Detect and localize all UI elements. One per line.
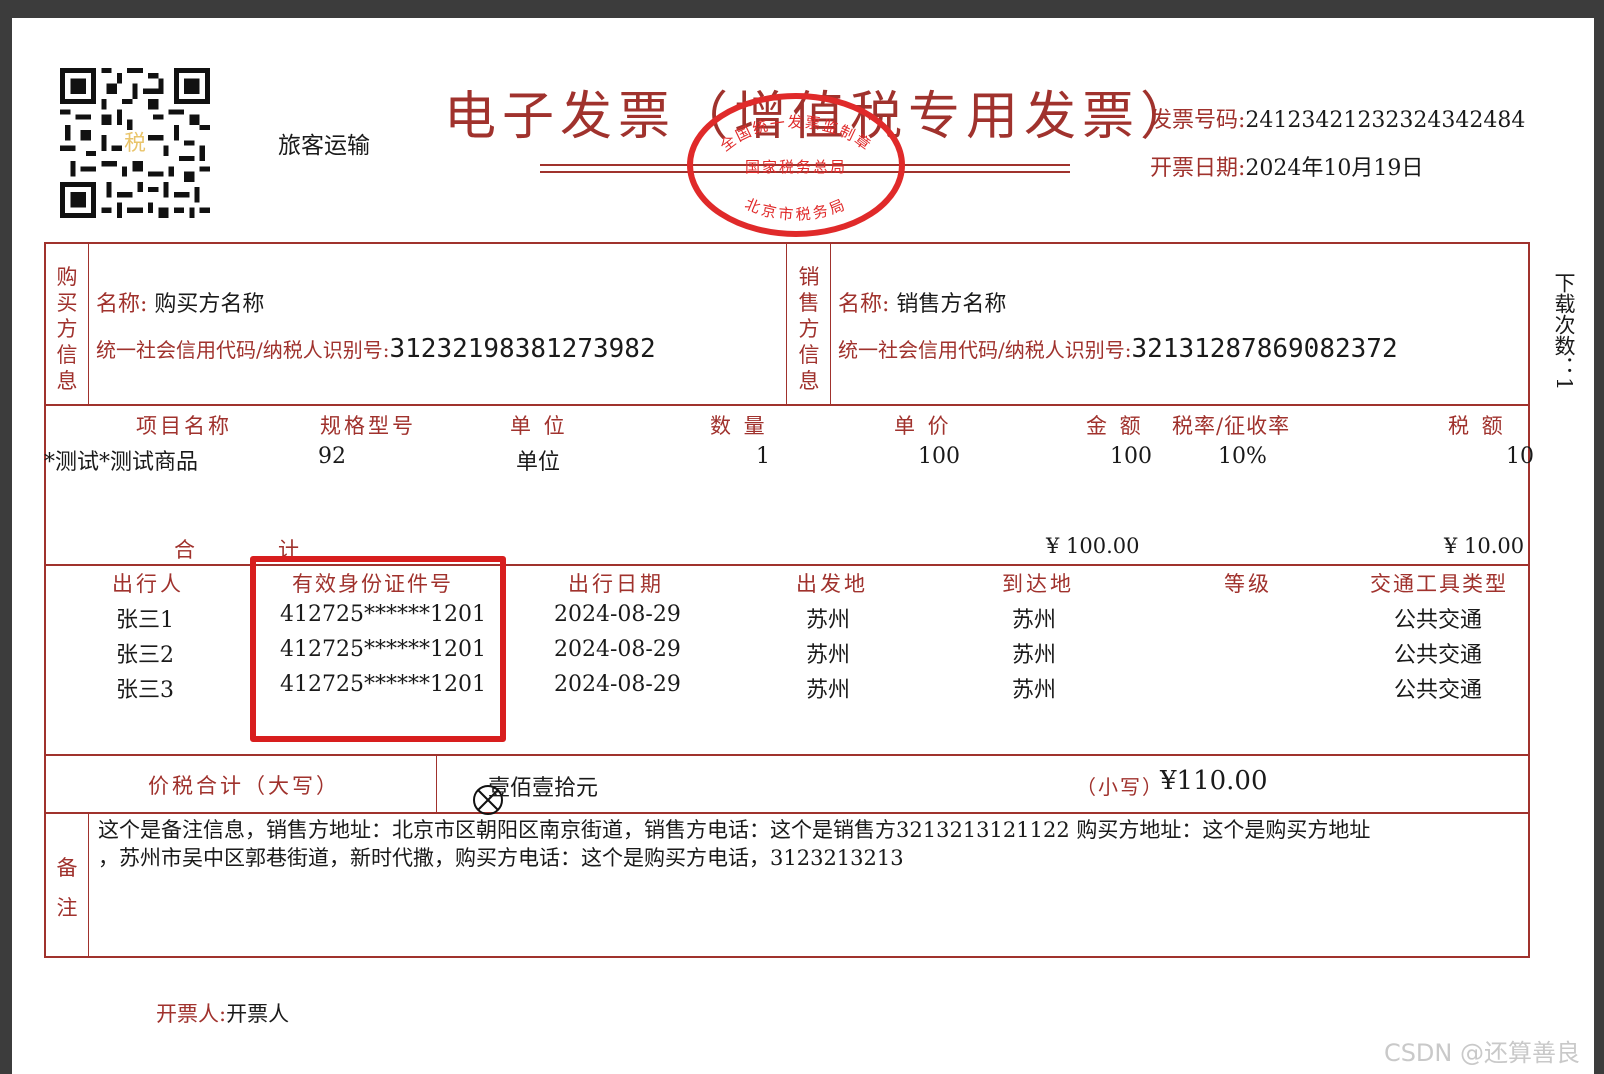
qr-code: 税 xyxy=(60,68,210,218)
issuer-name: 开票人 xyxy=(226,1002,290,1026)
invoice-date-row: 开票日期:2024年10月19日 xyxy=(1150,150,1423,182)
id-column-highlight-box xyxy=(250,556,506,742)
buyer-tax-row: 统一社会信用代码/纳税人识别号:31232198381273982 xyxy=(96,334,656,364)
seller-name-row: 名称: 销售方名称 xyxy=(838,286,1006,318)
travel-date: 2024-08-29 xyxy=(554,672,681,697)
travel-vehicle: 公共交通 xyxy=(1394,678,1483,703)
invoice-number-label: 发票号码: xyxy=(1150,108,1246,133)
buyer-tax-label: 统一社会信用代码/纳税人识别号: xyxy=(96,338,390,362)
watermark: CSDN @还算善良 xyxy=(1383,1039,1580,1067)
qr-center-label: 税 xyxy=(124,131,146,156)
col-quantity: 数 量 xyxy=(710,414,768,438)
download-count: 下载次数：1 xyxy=(1552,272,1576,391)
col-arrival: 到达地 xyxy=(1002,572,1074,596)
col-unit-price: 单 价 xyxy=(894,414,952,438)
seller-side-label: 销售方信息 xyxy=(798,265,820,393)
col-travel-date: 出行日期 xyxy=(568,572,664,596)
frame-right xyxy=(1528,242,1530,958)
item-name: *测试*测试商品 xyxy=(44,450,199,475)
col-spec: 规格型号 xyxy=(320,414,416,438)
total-divider xyxy=(436,754,437,814)
total-small-amount: ¥110.00 xyxy=(1160,766,1268,796)
item-unit-price: 100 xyxy=(918,444,960,469)
buyer-tax-id: 31232198381273982 xyxy=(389,334,656,364)
invoice-number-row: 发票号码:24123421232324342484 xyxy=(1150,102,1525,134)
frame-left xyxy=(44,242,46,958)
buyer-name-label: 名称: xyxy=(96,292,148,317)
issuer-row: 开票人:开票人 xyxy=(156,998,289,1028)
buyer-name-row: 名称: 购买方名称 xyxy=(96,286,264,318)
seller-tax-row: 统一社会信用代码/纳税人识别号:32131287869082372 xyxy=(838,334,1398,364)
remarks-side-label: 备注 xyxy=(56,856,78,920)
frame-line-party xyxy=(44,404,1530,406)
col-traveler: 出行人 xyxy=(112,572,184,596)
invoice-category: 旅客运输 xyxy=(278,133,370,159)
total-label-he: 合 xyxy=(174,538,198,562)
item-spec: 92 xyxy=(318,444,346,469)
buyer-divider xyxy=(88,242,89,406)
seller-divider xyxy=(830,242,831,406)
col-tax-amount: 税 额 xyxy=(1448,414,1506,438)
frame-top xyxy=(44,242,1530,244)
invoice-page: 税 旅客运输 电子发票（增值税专用发票） 全国统一发票监制章 国家税务总局 北京… xyxy=(12,18,1594,1074)
remarks-line-1: 这个是备注信息，销售方地址：北京市区朝阳区南京街道，销售方电话：这个是销售方32… xyxy=(98,818,1371,842)
item-tax-amount: 10 xyxy=(1506,444,1534,469)
seller-tax-id: 32131287869082372 xyxy=(1131,334,1398,364)
travel-departure: 苏州 xyxy=(806,643,851,668)
item-unit: 单位 xyxy=(516,450,561,475)
svg-text:全国统一发票监制章: 全国统一发票监制章 xyxy=(717,113,876,155)
traveler-name: 张三3 xyxy=(116,678,174,703)
col-vehicle-type: 交通工具类型 xyxy=(1370,572,1508,596)
travel-arrival: 苏州 xyxy=(1012,678,1057,703)
buyer-seller-divider xyxy=(786,242,787,406)
travel-arrival: 苏州 xyxy=(1012,643,1057,668)
seller-name-label: 名称: xyxy=(838,292,890,317)
total-tax: ¥ 10.00 xyxy=(1444,534,1525,558)
buyer-name: 购买方名称 xyxy=(154,292,265,317)
official-seal: 全国统一发票监制章 国家税务总局 北京市税务局 xyxy=(687,93,905,237)
item-amount: 100 xyxy=(1110,444,1152,469)
issuer-label: 开票人: xyxy=(156,1002,227,1026)
total-small-label: （小写） xyxy=(1076,775,1164,799)
total-uppercase-label: 价税合计（大写） xyxy=(148,774,340,798)
seller-name: 销售方名称 xyxy=(896,292,1007,317)
seller-tax-label: 统一社会信用代码/纳税人识别号: xyxy=(838,338,1132,362)
travel-date: 2024-08-29 xyxy=(554,602,681,627)
col-tax-rate: 税率/征收率 xyxy=(1172,414,1291,438)
col-amount: 金 额 xyxy=(1086,414,1144,438)
seal-bottom-text: 北京市税务局 xyxy=(742,195,847,224)
travel-vehicle: 公共交通 xyxy=(1394,643,1483,668)
invoice-date: 2024年10月19日 xyxy=(1245,156,1424,181)
frame-bottom xyxy=(44,956,1530,958)
col-unit: 单 位 xyxy=(510,414,568,438)
col-departure: 出发地 xyxy=(796,572,868,596)
seal-middle-text: 国家税务总局 xyxy=(745,158,847,176)
travel-departure: 苏州 xyxy=(806,678,851,703)
buyer-side-label: 购买方信息 xyxy=(56,265,78,393)
traveler-name: 张三1 xyxy=(116,608,174,633)
item-tax-rate: 10% xyxy=(1218,444,1267,469)
item-quantity: 1 xyxy=(756,444,770,469)
traveler-name: 张三2 xyxy=(116,643,174,668)
travel-vehicle: 公共交通 xyxy=(1394,608,1483,633)
seal-top-text: 全国统一发票监制章 xyxy=(717,113,874,155)
invoice-number: 24123421232324342484 xyxy=(1245,108,1526,133)
travel-date: 2024-08-29 xyxy=(554,637,681,662)
frame-line-travel xyxy=(44,754,1530,756)
remarks-line-2: ，苏州市吴中区郭巷街道，新时代撒，购买方电话：这个是购买方电话，31232132… xyxy=(98,846,904,870)
col-item-name: 项目名称 xyxy=(136,414,232,438)
col-class: 等级 xyxy=(1224,572,1272,596)
remarks-divider xyxy=(88,812,89,958)
invoice-date-label: 开票日期: xyxy=(1150,156,1246,181)
total-uppercase-amount: 壹佰壹拾元 xyxy=(488,776,599,801)
total-amount: ¥ 100.00 xyxy=(1046,534,1140,558)
travel-departure: 苏州 xyxy=(806,608,851,633)
travel-arrival: 苏州 xyxy=(1012,608,1057,633)
svg-text:北京市税务局: 北京市税务局 xyxy=(742,195,850,224)
